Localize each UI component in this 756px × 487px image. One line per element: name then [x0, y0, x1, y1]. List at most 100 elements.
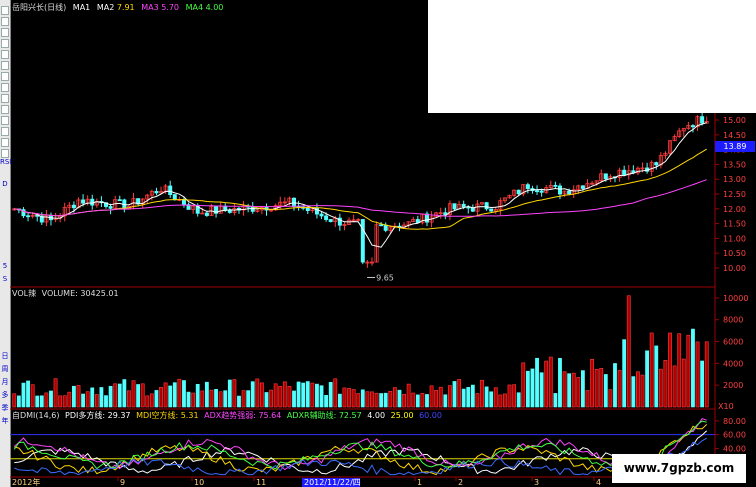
- ma2-line: [14, 148, 707, 230]
- toolbar-label-3[interactable]: 5: [0, 262, 10, 271]
- candle-body: [26, 215, 31, 218]
- candle-body: [539, 190, 544, 193]
- volume-panel-header: VOL辣 VOLUME: 30425.01: [12, 289, 119, 299]
- candle-body: [117, 199, 122, 202]
- toolbar-label-2[interactable]: D: [0, 180, 10, 189]
- dmi-ref1: 4.00: [367, 411, 386, 420]
- candle-body: [154, 190, 159, 194]
- toolbar-button-8[interactable]: [1, 83, 9, 92]
- volume-bar: [558, 358, 562, 408]
- volume-bar: [30, 384, 35, 408]
- toolbar-label-9[interactable]: 季: [0, 404, 10, 413]
- volume-title: VOL辣: [12, 289, 37, 298]
- volume-bar: [402, 393, 406, 408]
- candle-body: [379, 224, 384, 227]
- volume-bar: [182, 380, 186, 408]
- volume-bar: [645, 350, 650, 408]
- ma3-line: [14, 179, 707, 217]
- volume-bar: [516, 392, 521, 408]
- volume-bar: [695, 341, 700, 408]
- volume-bar: [264, 392, 269, 408]
- ma3-label: MA3: [141, 3, 159, 12]
- date-label: 1: [417, 478, 422, 487]
- toolbar-button-12[interactable]: [1, 127, 9, 136]
- candle-body: [557, 185, 562, 195]
- volume-tick-label: 6000: [723, 338, 743, 347]
- volume-bar: [35, 395, 40, 408]
- volume-bar: [484, 386, 489, 408]
- price-tick-label: 11.00: [723, 234, 746, 243]
- volume-bar: [374, 392, 379, 408]
- adx-label: ADX趋势强弱: 75.64: [204, 411, 282, 420]
- volume-bar: [461, 388, 466, 408]
- volume-bar: [603, 374, 608, 408]
- toolbar-label-8[interactable]: 多: [0, 391, 10, 400]
- candle-body: [292, 197, 297, 207]
- volume-bar: [562, 371, 567, 408]
- toolbar-button-14[interactable]: [1, 149, 9, 158]
- ma1-line: [14, 122, 707, 248]
- ma4-value: 4.00: [205, 3, 224, 12]
- volume-bar: [154, 390, 159, 408]
- volume-bar: [392, 387, 397, 408]
- toolbar-button-2[interactable]: [1, 17, 9, 26]
- toolbar-button-10[interactable]: [1, 105, 9, 114]
- volume-bar: [131, 380, 136, 408]
- volume-bar: [590, 358, 594, 408]
- candle-body: [305, 207, 310, 212]
- candle-body: [181, 199, 186, 206]
- volume-bar: [49, 390, 53, 408]
- candle-body: [622, 169, 627, 176]
- volume-bar: [140, 383, 145, 408]
- candle-body: [319, 213, 324, 217]
- volume-unit: X10: [718, 402, 734, 411]
- volume-bar: [617, 370, 622, 408]
- toolbar-button-11[interactable]: [1, 116, 9, 125]
- volume-bar: [296, 381, 301, 408]
- toolbar-label-6[interactable]: 周: [0, 365, 10, 374]
- toolbar-label-4[interactable]: S: [0, 275, 10, 284]
- date-label: 3: [534, 478, 539, 487]
- volume-bar: [186, 391, 191, 408]
- volume-bar: [260, 382, 264, 408]
- adxr-label: ADXR辅助线: 72.57: [286, 411, 362, 420]
- candle-body: [461, 203, 466, 208]
- toolbar-button-9[interactable]: [1, 94, 9, 103]
- price-tick-label: 13.00: [723, 175, 746, 184]
- ma2-label: MA2: [96, 3, 115, 12]
- volume-bar: [159, 386, 163, 408]
- toolbar-button-13[interactable]: [1, 138, 9, 147]
- volume-bar: [658, 368, 663, 408]
- volume-value: VOLUME: 30425.01: [41, 289, 119, 298]
- volume-bar: [127, 390, 131, 408]
- volume-bar: [136, 384, 141, 408]
- volume-bar: [457, 379, 461, 408]
- dmi-ref3: 60.00: [419, 411, 442, 420]
- candle-body: [223, 205, 228, 211]
- toolbar-button-3[interactable]: [1, 28, 9, 37]
- toolbar-label-10[interactable]: 年: [0, 417, 10, 426]
- toolbar-button-5[interactable]: [1, 50, 9, 59]
- date-label: 10: [194, 478, 204, 487]
- date-label: 2: [458, 478, 463, 487]
- toolbar-label-7[interactable]: 月: [0, 378, 10, 387]
- toolbar-label-5[interactable]: 日: [0, 352, 10, 361]
- volume-bar: [168, 385, 173, 408]
- toolbar-label-1[interactable]: RSI: [0, 158, 11, 167]
- volume-bar: [700, 360, 705, 408]
- volume-bar: [149, 393, 154, 408]
- toolbar-button-7[interactable]: [1, 72, 9, 81]
- pdi-label: PDI多方线: 29.37: [65, 411, 131, 420]
- volume-bar: [232, 379, 237, 408]
- volume-bar: [429, 385, 434, 408]
- toolbar-button-1[interactable]: [1, 6, 9, 15]
- toolbar-button-6[interactable]: [1, 61, 9, 70]
- toolbar-button-4[interactable]: [1, 39, 9, 48]
- volume-bar: [328, 382, 333, 408]
- volume-bar: [301, 382, 306, 408]
- dmi-tick-label: 80.00: [723, 417, 746, 426]
- dmi-panel-header: 自DMI(14,6) PDI多方线: 29.37 MDI空方线: 5.31 AD…: [12, 411, 442, 421]
- volume-bar: [39, 395, 44, 408]
- price-tick-label: 15.00: [723, 116, 746, 125]
- volume-bar: [246, 390, 251, 408]
